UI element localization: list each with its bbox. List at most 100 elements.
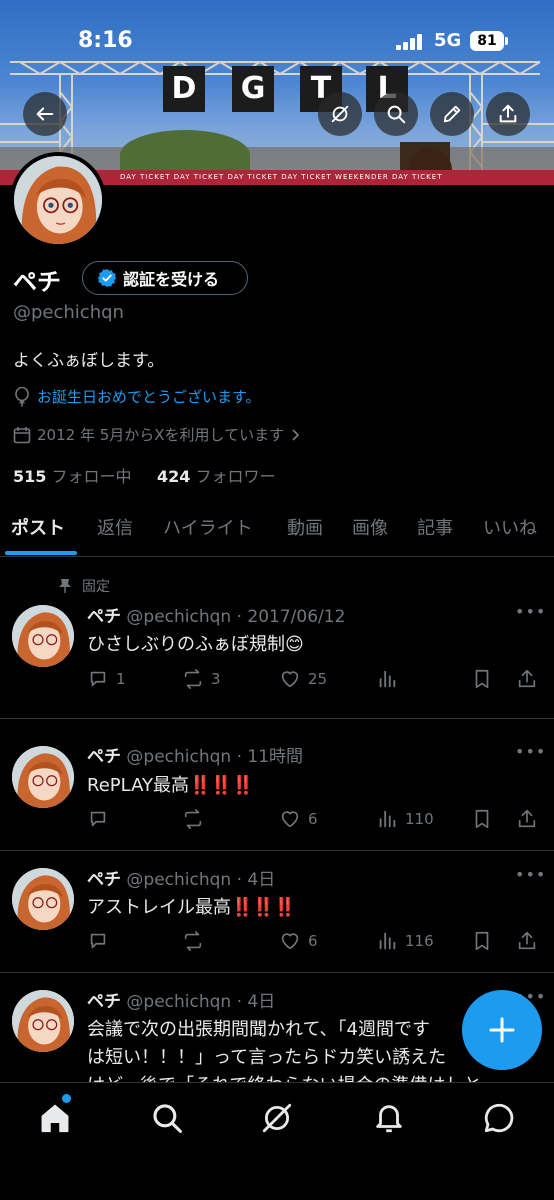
back-button[interactable]	[23, 92, 67, 136]
repost-button[interactable]	[182, 930, 204, 952]
heart-icon	[281, 811, 299, 828]
repost-icon	[184, 669, 202, 689]
joined-date[interactable]: 2012 年 5月からXを利用しています	[13, 424, 302, 445]
tab-likes[interactable]: いいね	[483, 514, 537, 540]
more-icon[interactable]: •••	[515, 602, 546, 621]
tab-posts[interactable]: ポスト	[11, 514, 65, 540]
bookmark-button[interactable]	[471, 930, 493, 952]
repost-button[interactable]	[182, 808, 204, 830]
post-avatar[interactable]	[12, 990, 74, 1052]
tab-highlights[interactable]: ハイライト	[163, 514, 253, 540]
birthday-banner[interactable]: お誕生日おめでとうございます。	[13, 386, 261, 407]
edit-profile-button[interactable]	[430, 92, 474, 136]
post-header: ペチ @pechichqn · 2017/06/12	[87, 602, 345, 627]
profile-avatar[interactable]	[10, 152, 106, 248]
heart-icon	[281, 933, 299, 950]
heart-icon	[281, 671, 299, 688]
views-icon	[379, 670, 396, 688]
notification-dot	[62, 1094, 71, 1103]
like-button[interactable]: 6	[279, 930, 318, 952]
double-exclamation-emoji: ‼️‼️‼️	[188, 775, 254, 796]
profile-handle: @pechichqn	[13, 302, 124, 323]
post[interactable]: ペチ @pechichqn · 4日 ••• アストレイル最高‼️‼️‼️ 6 …	[0, 851, 554, 973]
grok-button[interactable]	[318, 92, 362, 136]
chat-bubble-icon	[484, 1103, 514, 1133]
avatar-illustration	[12, 605, 74, 667]
followers-count: 424	[156, 467, 191, 486]
back-arrow-icon	[36, 107, 54, 121]
nav-messages[interactable]	[482, 1101, 516, 1135]
views-button[interactable]: 116	[376, 930, 434, 952]
compose-post-button[interactable]	[462, 990, 542, 1070]
tab-videos[interactable]: 動画	[287, 514, 323, 540]
avatar-illustration	[12, 746, 74, 808]
share-post-button[interactable]	[516, 808, 538, 830]
tab-images[interactable]: 画像	[352, 514, 388, 540]
post-text: ひさしぶりのふぁぼ規制😊	[87, 634, 304, 655]
post-avatar[interactable]	[12, 746, 74, 808]
share-button[interactable]	[486, 92, 530, 136]
post-header: ペチ @pechichqn · 4日	[87, 987, 275, 1012]
bookmark-icon	[475, 669, 489, 689]
reply-button[interactable]: 1	[87, 668, 126, 690]
share-post-button[interactable]	[516, 930, 538, 952]
profile-bio: よくふぁぼします。	[13, 351, 165, 371]
reply-button[interactable]	[87, 808, 109, 830]
share-post-button[interactable]	[516, 668, 538, 690]
bell-icon	[376, 1105, 402, 1133]
joined-text: 2012 年 5月からXを利用しています	[37, 426, 285, 444]
following-link[interactable]: 515 フォロー中	[13, 467, 132, 486]
more-icon[interactable]: •••	[515, 865, 546, 884]
post-text: RePLAY最高‼️‼️‼️	[87, 771, 254, 797]
search-icon	[153, 1104, 183, 1134]
post-author-name: ペチ	[87, 607, 121, 627]
search-icon	[387, 105, 406, 124]
like-button[interactable]: 6	[279, 808, 318, 830]
share-icon	[499, 104, 517, 123]
like-count: 6	[308, 932, 318, 950]
bookmark-button[interactable]	[471, 808, 493, 830]
views-button[interactable]: 110	[376, 808, 434, 830]
verified-badge-icon	[97, 268, 117, 288]
follow-stats: 515 フォロー中 424 フォロワー	[13, 463, 275, 487]
post[interactable]: ペチ @pechichqn · 11時間 ••• RePLAY最高‼️‼️‼️ …	[0, 719, 554, 851]
plus-icon	[489, 1017, 515, 1043]
tab-replies[interactable]: 返信	[97, 514, 133, 540]
reply-button[interactable]	[87, 930, 109, 952]
repost-button[interactable]: 3	[182, 668, 221, 690]
post-meta: @pechichqn · 4日	[126, 870, 276, 890]
get-verified-button[interactable]: 認証を受ける	[82, 261, 248, 295]
grok-icon	[262, 1103, 292, 1133]
bookmark-button[interactable]	[471, 668, 493, 690]
nav-home[interactable]	[38, 1101, 72, 1135]
post-meta: @pechichqn · 4日	[126, 992, 276, 1012]
profile-name: ペチ	[13, 268, 61, 296]
profile-tabs: ポスト 返信 ハイライト 動画 画像 記事 いいね	[0, 505, 554, 557]
active-tab-indicator	[5, 551, 77, 555]
nav-grok[interactable]	[260, 1101, 294, 1135]
post-header: ペチ @pechichqn · 11時間	[87, 742, 303, 767]
following-label: フォロー中	[51, 467, 132, 486]
double-exclamation-emoji: ‼️‼️‼️	[231, 897, 296, 918]
reply-icon	[90, 671, 106, 687]
tab-articles[interactable]: 記事	[417, 514, 453, 540]
following-count: 515	[13, 467, 47, 486]
views-button[interactable]	[376, 668, 405, 690]
post-meta: @pechichqn · 11時間	[126, 747, 304, 767]
views-icon	[379, 810, 396, 828]
followers-label: フォロワー	[195, 467, 276, 486]
nav-notifications[interactable]	[372, 1101, 406, 1135]
post-pinned[interactable]: ペチ @pechichqn · 2017/06/12 ••• ひさしぶりのふぁぼ…	[0, 560, 554, 719]
views-count: 110	[405, 810, 434, 828]
post-avatar[interactable]	[12, 868, 74, 930]
nav-search[interactable]	[150, 1101, 184, 1135]
like-button[interactable]: 25	[279, 668, 327, 690]
followers-link[interactable]: 424 フォロワー	[157, 467, 276, 486]
search-button[interactable]	[374, 92, 418, 136]
post-avatar[interactable]	[12, 605, 74, 667]
repost-icon	[184, 809, 202, 829]
like-count: 6	[308, 810, 318, 828]
more-icon[interactable]: •••	[515, 742, 546, 761]
post-text-line: けど、後で「それで終わらない場合の準備はしと	[87, 1071, 482, 1082]
post-text-body: RePLAY最高	[87, 775, 189, 796]
